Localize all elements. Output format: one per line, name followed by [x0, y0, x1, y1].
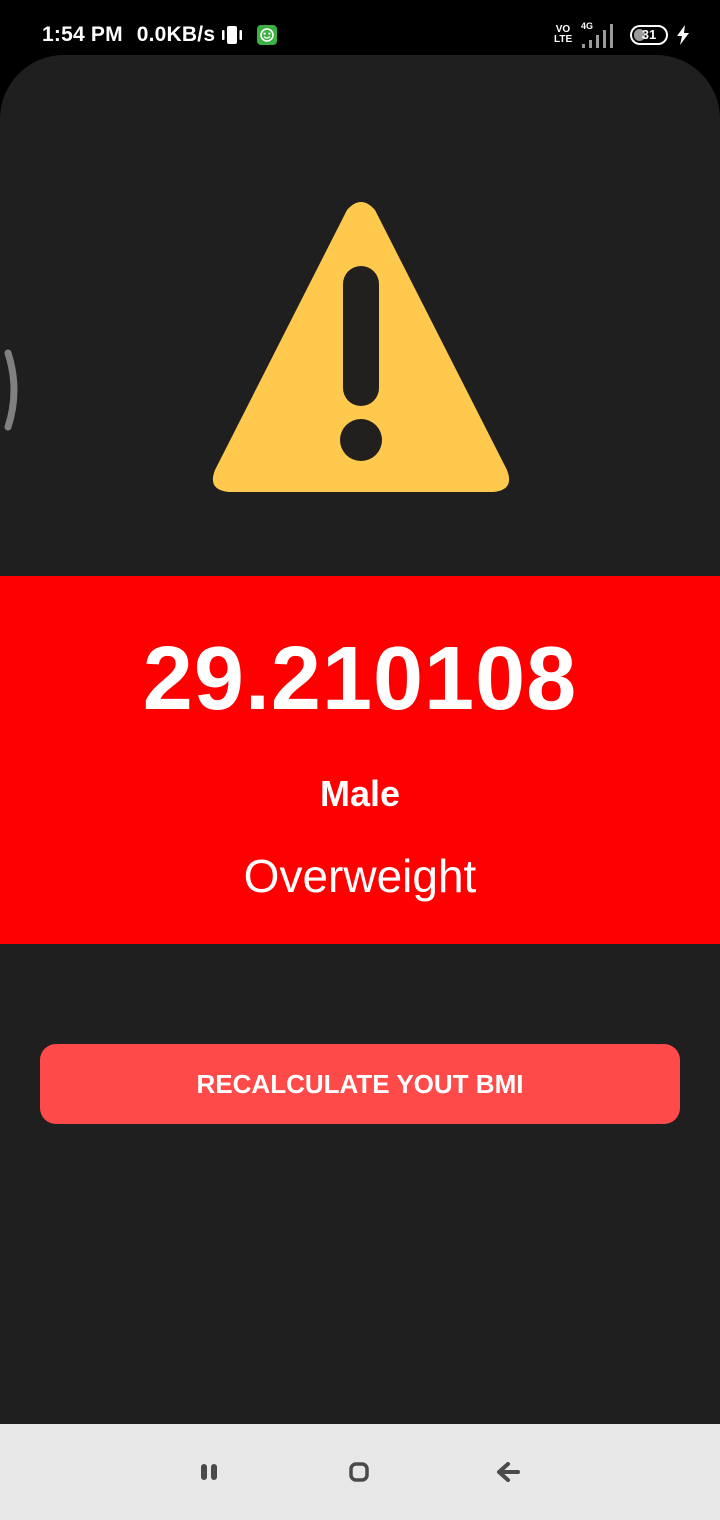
bmi-category: Overweight	[243, 850, 477, 902]
recalculate-button[interactable]: RECALCULATE YOUT BMI	[40, 1044, 680, 1124]
status-right: VO LTE 4G 31	[546, 18, 690, 52]
network-type-label: 4G	[581, 21, 593, 31]
navigation-bar	[0, 1424, 720, 1520]
home-button[interactable]	[339, 1452, 379, 1492]
gender-label: Male	[319, 773, 401, 814]
back-button[interactable]	[488, 1452, 528, 1492]
result-panel: 29.210108 Male Overweight	[0, 576, 720, 944]
network-speed: 0.0KB/s	[136, 23, 216, 46]
recalculate-button-label: RECALCULATE YOUT BMI	[196, 1068, 524, 1099]
signal-icon: 4G	[581, 21, 613, 48]
home-icon	[349, 1462, 369, 1482]
warning-icon	[212, 202, 510, 492]
battery-icon: 31	[630, 25, 668, 45]
back-icon	[497, 1462, 520, 1482]
vibrate-icon	[221, 25, 243, 45]
recents-icon	[201, 1464, 217, 1480]
volte-icon: VO LTE	[554, 25, 572, 45]
recents-button[interactable]	[190, 1452, 230, 1492]
volte-label-bottom: LTE	[554, 34, 573, 45]
app-screen: 29.210108 Male Overweight RECALCULATE YO…	[0, 55, 720, 1424]
charging-icon	[677, 25, 689, 45]
edge-swipe-handle[interactable]	[0, 345, 30, 435]
bmi-value: 29.210108	[142, 629, 578, 729]
battery-level: 31	[641, 27, 657, 42]
status-time: 1:54 PM	[42, 23, 123, 46]
app-notification-icon	[257, 25, 278, 45]
status-left: 1:54 PM 0.0KB/s	[42, 20, 278, 50]
